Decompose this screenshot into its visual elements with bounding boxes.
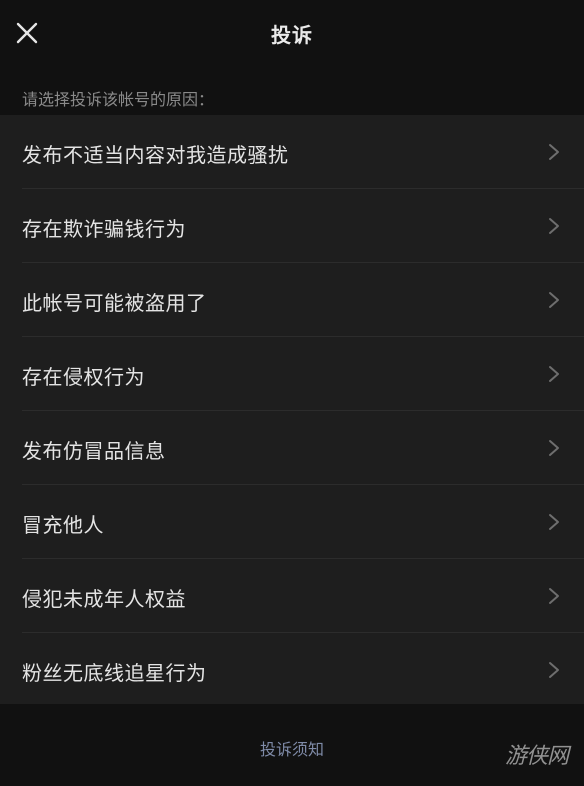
chevron-right-icon <box>548 217 560 235</box>
reason-item-infringement[interactable]: 存在侵权行为 <box>0 337 584 411</box>
reason-item-fan-behavior[interactable]: 粉丝无底线追星行为 <box>0 633 584 707</box>
reason-label: 存在欺诈骗钱行为 <box>22 217 186 241</box>
chevron-right-icon <box>548 661 560 679</box>
chevron-right-icon <box>548 513 560 531</box>
reason-label: 此帐号可能被盗用了 <box>22 291 207 315</box>
reason-item-counterfeit[interactable]: 发布仿冒品信息 <box>0 411 584 485</box>
reason-label: 冒充他人 <box>22 513 104 537</box>
reason-label: 侵犯未成年人权益 <box>22 587 186 611</box>
chevron-right-icon <box>548 587 560 605</box>
reason-item-fraud[interactable]: 存在欺诈骗钱行为 <box>0 189 584 263</box>
page-title: 投诉 <box>271 23 313 47</box>
reason-list: 发布不适当内容对我造成骚扰 存在欺诈骗钱行为 此帐号可能被盗用了 存在侵权行为 … <box>0 115 584 707</box>
chevron-right-icon <box>548 439 560 457</box>
reason-label: 粉丝无底线追星行为 <box>22 661 207 685</box>
navigation-bar: 投诉 <box>0 0 584 66</box>
footer: 投诉须知 游侠网 <box>0 704 584 786</box>
complaint-notice-link[interactable]: 投诉须知 <box>0 736 584 760</box>
watermark-logo: 游侠网 <box>504 744 569 769</box>
reason-label: 存在侵权行为 <box>22 365 145 389</box>
reason-label: 发布仿冒品信息 <box>22 439 166 463</box>
reason-item-minor-rights[interactable]: 侵犯未成年人权益 <box>0 559 584 633</box>
chevron-right-icon <box>548 143 560 161</box>
section-hint: 请选择投诉该帐号的原因： <box>22 90 215 109</box>
reason-item-impersonation[interactable]: 冒充他人 <box>0 485 584 559</box>
reason-item-harassment[interactable]: 发布不适当内容对我造成骚扰 <box>0 115 584 189</box>
chevron-right-icon <box>548 365 560 383</box>
reason-label: 发布不适当内容对我造成骚扰 <box>22 143 289 167</box>
reason-item-account-stolen[interactable]: 此帐号可能被盗用了 <box>0 263 584 337</box>
chevron-right-icon <box>548 291 560 309</box>
